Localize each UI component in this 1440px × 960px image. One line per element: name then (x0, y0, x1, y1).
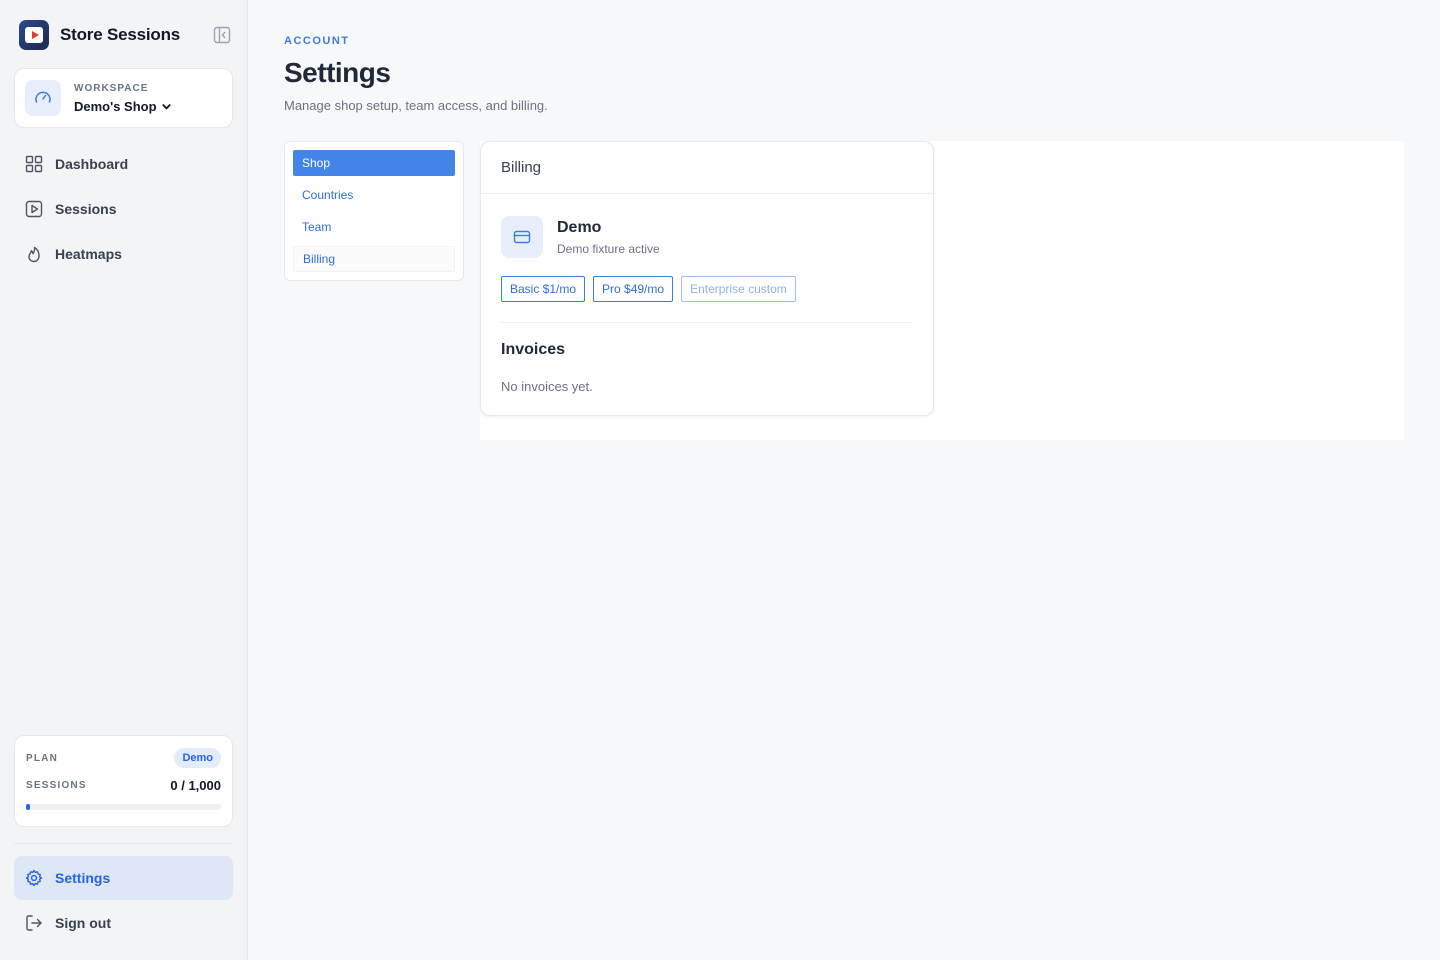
brand: Store Sessions (19, 20, 231, 50)
billing-card-header: Billing (481, 142, 933, 194)
app: Store Sessions WORKSPACE Demo's Shop Das… (0, 0, 1440, 960)
main-content: ACCOUNT Settings Manage shop setup, team… (248, 0, 1440, 960)
collapse-sidebar-icon[interactable] (213, 26, 231, 44)
brand-name: Store Sessions (60, 25, 181, 44)
subnav-item-billing[interactable]: Billing (293, 246, 455, 272)
nav-label: Settings (55, 870, 111, 886)
workspace-label: WORKSPACE (74, 82, 149, 94)
plan-badge: Demo (174, 748, 221, 768)
page-eyebrow: ACCOUNT (284, 35, 350, 47)
plan-option-pro-button[interactable]: Pro $49/mo (593, 276, 674, 302)
nav-item-sessions[interactable]: Sessions (14, 187, 233, 231)
nav-label: Dashboard (55, 156, 129, 172)
plan-options: Basic $1/mo Pro $49/mo Enterprise custom (501, 276, 913, 302)
sidebar-divider (14, 843, 233, 844)
nav-item-dashboard[interactable]: Dashboard (14, 142, 233, 186)
sessions-count: 0 / 1,000 (170, 778, 221, 793)
current-plan-status: Demo fixture active (557, 241, 660, 256)
page-title: Settings (284, 57, 391, 88)
invoices-empty-state: No invoices yet. (501, 379, 593, 394)
workspace-switcher[interactable]: WORKSPACE Demo's Shop (14, 68, 233, 128)
chevron-down-icon (161, 103, 171, 110)
billing-divider (501, 322, 913, 323)
plan-option-enterprise-button[interactable]: Enterprise custom (681, 276, 796, 302)
settings-subnav: Shop Countries Team Billing (284, 141, 464, 281)
nav-label: Sessions (55, 201, 117, 217)
subnav-item-countries[interactable]: Countries (293, 182, 455, 208)
subnav-item-shop[interactable]: Shop (293, 150, 455, 176)
usage-progress-bar (26, 804, 221, 810)
plan-label: PLAN (26, 752, 59, 764)
sign-out-icon (26, 915, 42, 931)
gauge-icon (25, 80, 61, 116)
sidebar: Store Sessions WORKSPACE Demo's Shop Das… (0, 0, 248, 960)
grid-icon (25, 155, 43, 173)
play-square-icon (25, 200, 43, 218)
billing-card: Billing Demo Demo fixture active Basic $… (480, 141, 934, 416)
invoices-title: Invoices (501, 341, 566, 358)
plan-option-basic-button[interactable]: Basic $1/mo (501, 276, 586, 302)
workspace-name-text: Demo's Shop (74, 98, 157, 114)
gear-icon (25, 869, 43, 887)
page-subtitle: Manage shop setup, team access, and bill… (284, 98, 548, 113)
workspace-name: Demo's Shop (74, 99, 172, 114)
nav-item-heatmaps[interactable]: Heatmaps (14, 232, 233, 276)
plan-usage-card: PLAN Demo SESSIONS 0 / 1,000 (14, 735, 233, 827)
bottom-nav: Settings Sign out (14, 856, 233, 946)
nav-label: Sign out (55, 915, 111, 931)
nav-item-signout[interactable]: Sign out (14, 901, 233, 945)
main-nav: Dashboard Sessions Heatmaps (14, 142, 233, 277)
nav-label: Heatmaps (55, 246, 122, 262)
usage-progress-fill (26, 804, 30, 810)
credit-card-icon (501, 216, 543, 258)
current-plan-name: Demo (557, 218, 602, 236)
brand-logo-icon (19, 20, 49, 50)
sessions-label: SESSIONS (26, 780, 87, 791)
subnav-item-team[interactable]: Team (293, 214, 455, 240)
flame-icon (28, 246, 40, 263)
nav-item-settings[interactable]: Settings (14, 856, 233, 900)
